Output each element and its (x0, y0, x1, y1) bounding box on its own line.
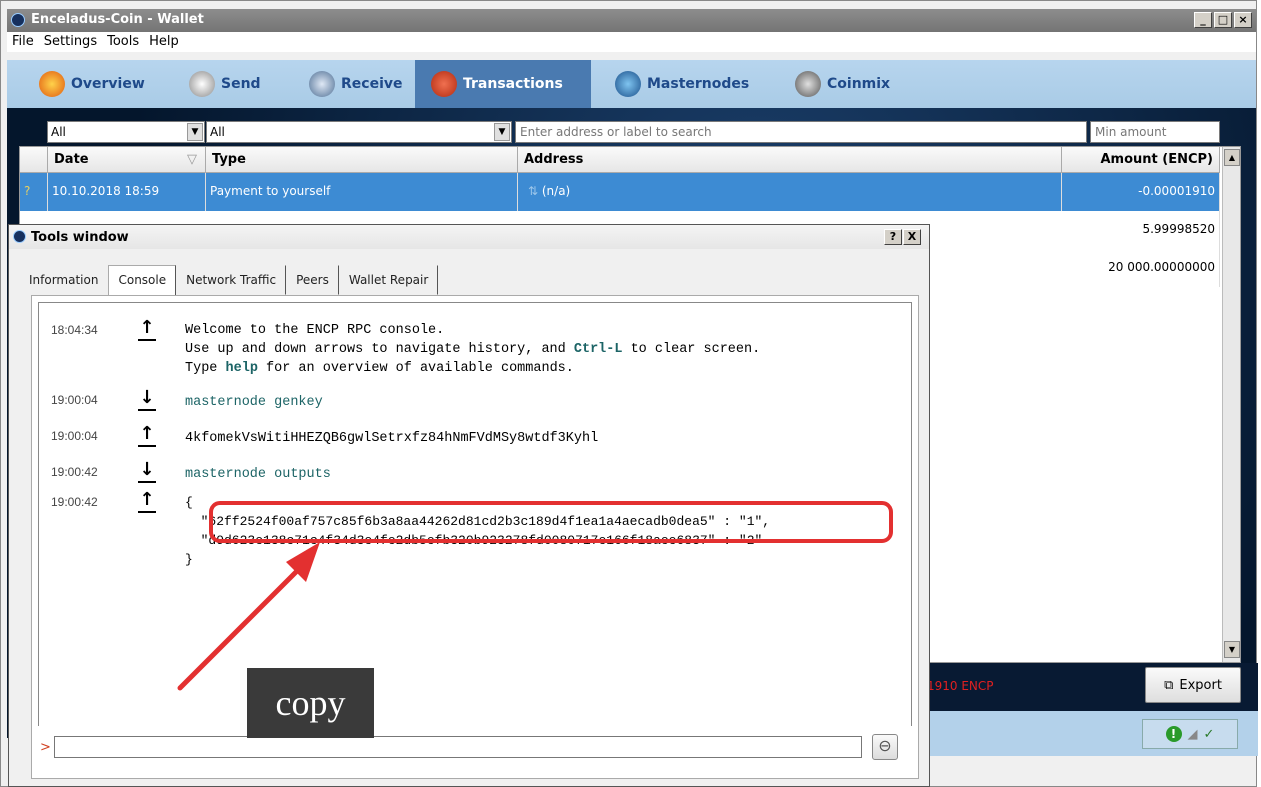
clear-icon: ⊖ (878, 736, 892, 755)
status-bar: ! ◢ ✓ (925, 711, 1258, 756)
date-filter-select[interactable]: All ▼ (47, 121, 205, 143)
highlight-box (209, 501, 893, 543)
type-filter-select[interactable]: All ▼ (206, 121, 512, 143)
nav-masternodes[interactable]: Masternodes (599, 60, 779, 108)
request-arrow-icon: ↓ (138, 387, 156, 411)
console-pane: 18:04:34 ↑ Welcome to the ENCP RPC conso… (31, 295, 919, 779)
tools-window: Tools window ? X Information Console Net… (8, 224, 930, 787)
nav-overview[interactable]: Overview (23, 60, 173, 108)
tab-wallet-repair[interactable]: Wallet Repair (339, 265, 439, 295)
amount-column-header[interactable]: Amount (ENCP) (1062, 147, 1220, 173)
maximize-button[interactable]: □ (1214, 12, 1232, 28)
table-header: Date ▽ Type Address Amount (ENCP) (20, 147, 1220, 173)
app-icon (11, 13, 25, 27)
coinmix-icon (795, 71, 821, 97)
table-scrollbar[interactable]: ▲ ▼ (1222, 147, 1240, 662)
tools-tabs: Information Console Network Traffic Peer… (19, 265, 439, 295)
help-button[interactable]: ? (884, 229, 902, 245)
menu-settings[interactable]: Settings (39, 32, 102, 49)
min-amount-input[interactable]: Min amount (1090, 121, 1220, 143)
export-button[interactable]: ⧉ Export (1145, 667, 1241, 703)
tab-information[interactable]: Information (19, 265, 108, 295)
tab-console[interactable]: Console (108, 265, 177, 295)
request-arrow-icon: ↓ (138, 459, 156, 483)
send-icon (189, 71, 215, 97)
synced-check-icon: ✓ (1203, 726, 1215, 742)
copy-annotation-label: copy (247, 668, 374, 738)
scroll-up-button[interactable]: ▲ (1224, 149, 1240, 166)
status-icon: ? (20, 173, 48, 211)
menu-file[interactable]: File (7, 32, 39, 49)
reply-arrow-icon: ↑ (138, 423, 156, 447)
status-icons: ! ◢ ✓ (1142, 719, 1238, 749)
app-icon (13, 230, 26, 243)
tools-window-title: Tools window (31, 230, 129, 245)
transactions-icon (431, 71, 457, 97)
table-row[interactable]: ? 10.10.2018 18:59 Payment to yourself ⇅… (20, 173, 1220, 211)
console-input[interactable] (54, 736, 862, 758)
transfer-icon: ⇅ (528, 184, 542, 198)
nav-receive[interactable]: Receive (293, 60, 415, 108)
reply-arrow-icon: ↑ (138, 317, 156, 341)
minimize-button[interactable]: _ (1194, 12, 1212, 28)
alert-icon: ! (1165, 726, 1182, 742)
menu-bar: File Settings Tools Help (7, 32, 1256, 52)
date-column-header[interactable]: Date ▽ (48, 147, 206, 173)
overview-icon (39, 71, 65, 97)
console-output: 18:04:34 ↑ Welcome to the ENCP RPC conso… (38, 302, 912, 726)
address-column-header[interactable]: Address (518, 147, 1062, 173)
close-button[interactable]: X (903, 229, 921, 245)
window-title: Enceladus-Coin - Wallet (31, 12, 204, 27)
clear-console-button[interactable]: ⊖ (872, 734, 898, 760)
receive-icon (309, 71, 335, 97)
export-icon: ⧉ (1164, 677, 1174, 693)
tab-network-traffic[interactable]: Network Traffic (176, 265, 287, 295)
nav-bar: Overview Send Receive Transactions Maste… (7, 60, 1256, 108)
tab-peers[interactable]: Peers (286, 265, 339, 295)
type-column-header[interactable]: Type (206, 147, 518, 173)
reply-arrow-icon: ↑ (138, 489, 156, 513)
summary-bar: 1910 ENCP ⧉ Export (925, 663, 1258, 711)
masternodes-icon (615, 71, 641, 97)
prompt-symbol: > (40, 740, 51, 755)
close-button[interactable]: × (1234, 12, 1252, 28)
nav-transactions[interactable]: Transactions (415, 60, 591, 108)
scroll-down-button[interactable]: ▼ (1224, 641, 1240, 658)
connections-icon: ◢ (1187, 726, 1198, 742)
address-search-input[interactable]: Enter address or label to search (515, 121, 1087, 143)
tools-title-bar: Tools window ? X (9, 225, 929, 249)
nav-coinmix[interactable]: Coinmix (779, 60, 919, 108)
title-bar: Enceladus-Coin - Wallet _ □ × (7, 9, 1256, 32)
menu-help[interactable]: Help (144, 32, 184, 49)
console-input-row: > ⊖ (32, 734, 920, 764)
selected-total: 1910 ENCP (927, 679, 994, 693)
menu-tools[interactable]: Tools (102, 32, 144, 49)
nav-send[interactable]: Send (173, 60, 293, 108)
